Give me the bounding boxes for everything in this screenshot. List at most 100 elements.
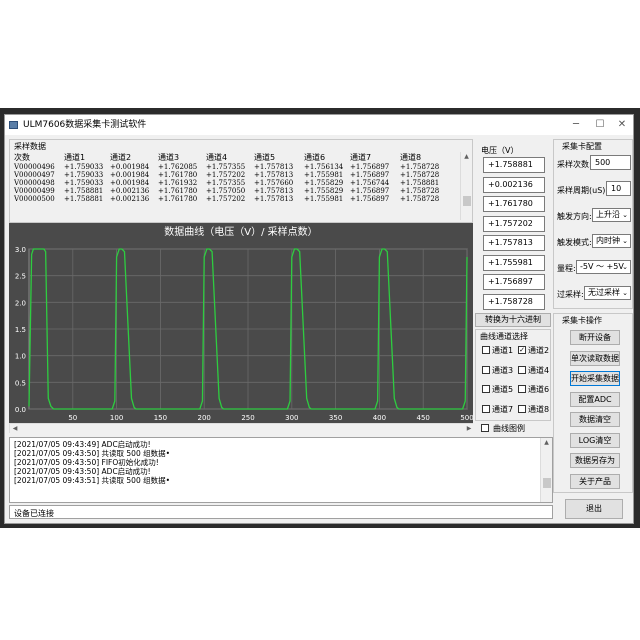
channel-label: 通道4 bbox=[528, 365, 550, 375]
log-line: [2021/07/05 09:43:51] 共读取 500 组数据• bbox=[14, 476, 171, 485]
table-cell: +1.757813 bbox=[254, 171, 294, 179]
channel-label: 通道8 bbox=[528, 404, 550, 414]
y-tick-label: 2.5 bbox=[15, 273, 26, 281]
range-select[interactable]: -5V ～ +5V ⌄ bbox=[576, 260, 631, 274]
app-icon bbox=[9, 121, 18, 129]
ops-button[interactable]: 关于产品 bbox=[570, 473, 620, 489]
table-cell: +1.758881 bbox=[400, 179, 440, 187]
x-tick-label: 400 bbox=[373, 414, 386, 422]
exit-button[interactable]: 退出 bbox=[565, 499, 623, 519]
legend-checkbox[interactable] bbox=[481, 424, 489, 432]
channel-checkbox[interactable]: ✓ bbox=[518, 346, 526, 354]
channel-checkbox-row[interactable]: 通道3 bbox=[482, 364, 518, 376]
chevron-down-icon: ⌄ bbox=[622, 211, 628, 219]
scroll-up-arrow[interactable]: ▲ bbox=[541, 438, 552, 448]
channel-checkbox-row[interactable]: ✓ 通道2 bbox=[518, 344, 554, 356]
voltage-group: 电压（V） +1.758881 +0.002136 +1.761780 +1.7572… bbox=[477, 139, 553, 310]
channel-label: 通道7 bbox=[492, 404, 514, 414]
table-cell: +1.758728 bbox=[400, 163, 440, 171]
column-header: 通道5 bbox=[254, 153, 276, 162]
table-row[interactable]: V00000500 +1.758881 +0.002136 +1.761780 +1.7… bbox=[14, 195, 454, 203]
chevron-down-icon: ⌄ bbox=[622, 289, 628, 297]
channel-checkbox-row[interactable]: 通道7 bbox=[482, 403, 518, 415]
x-tick-label: 100 bbox=[110, 414, 123, 422]
channel-checkbox-row[interactable]: 通道8 bbox=[518, 403, 554, 415]
channel-label: 通道3 bbox=[492, 365, 514, 375]
table-cell: V00000500 bbox=[14, 195, 55, 203]
trigger-dir-value: 上升沿 bbox=[596, 210, 620, 219]
voltage-value-box: +1.757202 bbox=[483, 215, 545, 232]
channel-checkbox-row[interactable]: 通道4 bbox=[518, 364, 554, 376]
log-scrollbar[interactable]: ▲ bbox=[540, 438, 552, 502]
minimize-icon[interactable]: ─ bbox=[565, 115, 587, 135]
x-tick-label: 50 bbox=[68, 414, 77, 422]
table-row[interactable]: V00000499 +1.758881 +0.002136 +1.761780 +1.7… bbox=[14, 187, 454, 195]
y-tick-label: 3.0 bbox=[15, 246, 26, 254]
ops-button[interactable]: 单次读取数据 bbox=[570, 350, 620, 366]
convert-hex-button[interactable]: 转换为十六进制 bbox=[475, 313, 551, 327]
x-tick-label: 200 bbox=[198, 414, 211, 422]
scroll-thumb[interactable] bbox=[463, 196, 471, 206]
table-row[interactable]: V00000496 +1.759033 +0.001984 +1.762085 +1.7… bbox=[14, 163, 454, 171]
sample-count-input[interactable]: 500 bbox=[590, 155, 631, 170]
y-tick-label: 0.0 bbox=[15, 406, 26, 414]
scroll-right-arrow[interactable]: ▶ bbox=[464, 424, 474, 434]
table-cell: +1.757813 bbox=[254, 195, 294, 203]
log-line: [2021/07/05 09:43:49] ADC启动成功! bbox=[14, 440, 151, 449]
status-bar: 设备已连接 bbox=[9, 505, 553, 519]
table-row[interactable]: V00000497 +1.759033 +0.001984 +1.761780 +1.7… bbox=[14, 171, 454, 179]
voltage-value-box: +1.758881 bbox=[483, 157, 545, 173]
column-header: 通道6 bbox=[304, 153, 326, 162]
table-cell: +1.757355 bbox=[206, 163, 246, 171]
x-tick-label: 450 bbox=[417, 414, 430, 422]
channel-checkbox[interactable] bbox=[518, 365, 526, 374]
channel-checkbox-row[interactable]: 通道1 bbox=[482, 344, 518, 356]
table-row[interactable]: V00000498 +1.759033 +0.001984 +1.761932 +1.7… bbox=[14, 179, 454, 187]
y-tick-label: 1.5 bbox=[15, 326, 26, 334]
ops-button[interactable]: 断开设备 bbox=[570, 330, 620, 345]
ops-button[interactable]: 配置ADC bbox=[570, 391, 620, 407]
table-cell: +1.761780 bbox=[158, 171, 198, 179]
y-tick-label: 1.0 bbox=[15, 353, 26, 361]
channel-checkbox[interactable] bbox=[482, 346, 490, 354]
legend-checkbox-row[interactable]: 曲线图例 bbox=[479, 421, 559, 435]
channel-checkbox[interactable] bbox=[518, 404, 526, 413]
table-cell: +1.761932 bbox=[158, 179, 198, 187]
scroll-thumb[interactable] bbox=[543, 478, 551, 488]
status-text: 设备已连接 bbox=[14, 509, 54, 518]
log-panel: [2021/07/05 09:43:49] ADC启动成功! [2021/07/0… bbox=[9, 437, 553, 503]
trigger-dir-select[interactable]: 上升沿 ⌄ bbox=[592, 208, 631, 222]
scroll-left-arrow[interactable]: ◀ bbox=[10, 424, 20, 434]
channel-checkbox-row[interactable]: 通道6 bbox=[518, 383, 554, 395]
channel-checkbox-row[interactable]: 通道5 bbox=[482, 383, 518, 395]
ops-button[interactable]: 数据清空 bbox=[570, 412, 620, 427]
channel-checkbox[interactable] bbox=[482, 365, 490, 374]
x-tick-label: 500 bbox=[460, 414, 473, 422]
table-cell: +0.002136 bbox=[110, 195, 150, 203]
close-icon[interactable]: ✕ bbox=[611, 115, 633, 135]
table-scrollbar[interactable]: ▲ bbox=[460, 152, 472, 220]
sample-data-title: 采样数据 bbox=[14, 142, 46, 151]
ops-button[interactable]: 数据另存为 bbox=[570, 453, 620, 468]
sample-period-input[interactable]: 10 bbox=[606, 181, 631, 196]
channel-checkbox[interactable] bbox=[482, 404, 490, 413]
maximize-icon[interactable]: ☐ bbox=[589, 115, 611, 135]
table-cell: V00000496 bbox=[14, 163, 55, 171]
channel-checkbox[interactable] bbox=[518, 385, 526, 393]
ops-button[interactable]: LOG清空 bbox=[570, 432, 620, 448]
config-group: 采集卡配置 采样次数: 500 采样周期(uS): 10 触发方向: 上升沿 ⌄ … bbox=[553, 139, 633, 309]
config-title: 采集卡配置 bbox=[562, 142, 602, 151]
column-header: 通道3 bbox=[158, 153, 180, 162]
chart-hscrollbar[interactable]: ◀ ▶ bbox=[9, 423, 473, 433]
table-cell: +1.757202 bbox=[206, 171, 246, 179]
column-header: 通道4 bbox=[206, 153, 228, 162]
trigger-mode-select[interactable]: 内时钟 ⌄ bbox=[592, 234, 631, 248]
log-line: [2021/07/05 09:43:50] 共读取 500 组数据• bbox=[14, 449, 171, 458]
table-cell: +1.755981 bbox=[304, 195, 344, 203]
oversample-select[interactable]: 无过采样 ⌄ bbox=[584, 286, 631, 300]
channel-checkbox[interactable] bbox=[482, 385, 490, 393]
ops-button[interactable]: 开始采集数据 bbox=[570, 371, 620, 386]
trigger-dir-label: 触发方向: bbox=[557, 212, 592, 221]
scroll-up-arrow[interactable]: ▲ bbox=[461, 152, 472, 162]
table-cell: +1.757813 bbox=[254, 187, 294, 195]
